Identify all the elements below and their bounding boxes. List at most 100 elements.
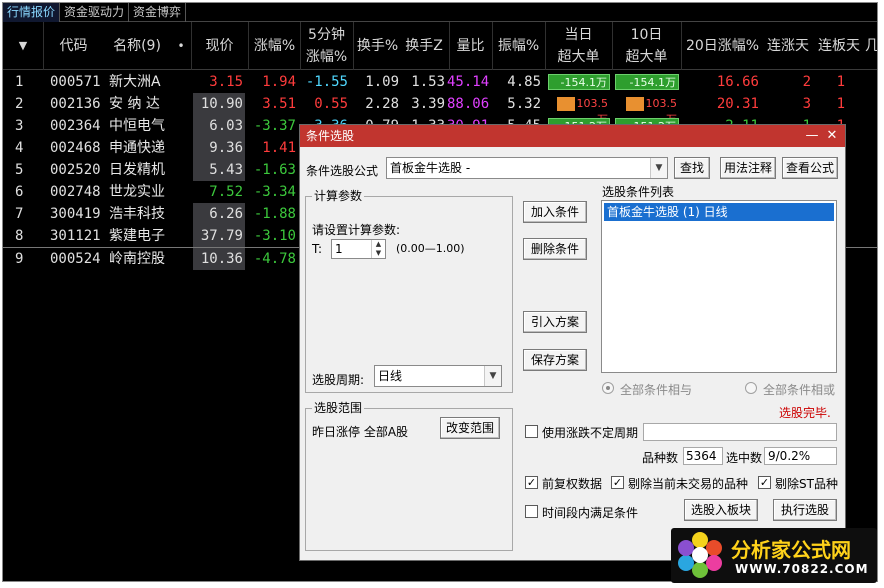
column-code[interactable]: 代码 <box>43 22 103 70</box>
column-change20[interactable]: 20日涨幅% <box>681 22 763 70</box>
change-range-button[interactable]: 改变范围 <box>440 417 500 439</box>
import-scheme-button[interactable]: 引入方案 <box>523 311 587 333</box>
minimize-icon[interactable]: — <box>803 125 821 147</box>
row-change: -3.37 <box>253 118 296 134</box>
row-change: -1.63 <box>253 162 296 178</box>
chevron-down-icon[interactable]: ▼ <box>650 158 667 178</box>
radio-dot <box>606 386 610 390</box>
param-t-value: 1 <box>335 242 343 256</box>
list-item[interactable]: 首板金牛选股 (1) 日线 <box>604 203 834 221</box>
add-condition-button[interactable]: 加入条件 <box>523 201 587 223</box>
execute-button[interactable]: 执行选股 <box>773 499 837 521</box>
tab-fund-drive[interactable]: 资金驱动力 <box>60 3 130 22</box>
logo-name: 分析家公式网 <box>731 538 851 562</box>
column-price[interactable]: 现价 <box>191 22 247 70</box>
row-index: 8 <box>15 228 24 244</box>
row-name: 安 纳 达 <box>109 96 160 112</box>
column-up-days[interactable]: 连涨天 <box>763 22 813 70</box>
flower-logo-icon <box>677 532 723 578</box>
row-name: 紫建电子 <box>109 228 165 244</box>
delete-condition-button[interactable]: 删除条件 <box>523 238 587 260</box>
row-price: 10.36 <box>193 248 245 270</box>
exclude-st-label: 剔除ST品种 <box>775 477 838 491</box>
add-to-block-button[interactable]: 选股入板块 <box>684 499 758 521</box>
row-price: 6.26 <box>193 203 245 225</box>
formula-select-value: 首板金牛选股 - <box>390 161 471 175</box>
column-name[interactable]: 名称(9) <box>105 22 169 70</box>
row-big10-bar: -154.1万 <box>615 74 679 90</box>
row-change: 1.41 <box>262 140 296 156</box>
table-row[interactable]: 2 002136 安 纳 达 10.90 3.51 0.55 2.28 3.39… <box>3 93 877 126</box>
row-price: 3.15 <box>209 74 243 90</box>
range-group: 选股范围 昨日涨停 全部A股 改变范围 <box>305 401 513 551</box>
view-formula-button[interactable]: 查看公式 <box>782 157 838 179</box>
row-up-days: 3 <box>802 96 811 112</box>
row-code: 301121 <box>50 228 101 244</box>
spinner-icon[interactable]: ▲ ▼ <box>371 240 385 258</box>
row-change20: 20.31 <box>716 96 759 112</box>
selected-value: 9/0.2% <box>768 449 811 463</box>
tab-quotes[interactable]: 行情报价 <box>3 3 61 22</box>
column-change5[interactable]: 5分钟 涨幅% <box>300 22 352 70</box>
row-price: 9.36 <box>193 137 245 159</box>
column-big-order-today[interactable]: 当日 超大单 <box>545 22 611 70</box>
column-volume-ratio[interactable]: 量比 <box>449 22 491 70</box>
row-volume-ratio: 45.14 <box>447 74 490 90</box>
row-index: 3 <box>15 118 24 134</box>
site-logo: 分析家公式网 WWW.70822.COM <box>671 528 877 583</box>
column-turnover-z[interactable]: 换手Z <box>401 22 447 70</box>
row-name: 中恒电气 <box>109 118 165 134</box>
param-t-input[interactable]: 1 ▲ ▼ <box>331 239 386 259</box>
forward-adjusted-label: 前复权数据 <box>542 477 603 491</box>
row-name: 申通快递 <box>109 140 165 156</box>
quote-table-header: ▼ 代码 名称(9) • 现价 涨幅% 5分钟 涨幅% 换手% 换手Z 量比 振… <box>3 22 877 70</box>
row-turnover: 1.09 <box>365 74 399 90</box>
tab-fund-game[interactable]: 资金博弈 <box>129 3 187 22</box>
column-big-today-line1: 当日 <box>564 27 593 43</box>
chevron-down-icon[interactable]: ▼ <box>484 366 501 386</box>
forward-adjusted-checkbox[interactable]: ✓ <box>525 476 538 489</box>
range-text: 昨日涨停 全部A股 <box>312 425 409 439</box>
top-tab-bar: 行情报价 资金驱动力 资金博弈 <box>3 3 877 22</box>
row-index: 9 <box>15 251 24 267</box>
find-button[interactable]: 查找 <box>674 157 710 179</box>
condition-list-title: 选股条件列表 <box>602 185 675 199</box>
table-row[interactable]: 1 000571 新大洲A 3.15 1.94 -1.55 1.09 1.53 … <box>3 71 877 93</box>
row-price: 10.90 <box>193 93 245 115</box>
row-price: 37.79 <box>193 225 245 247</box>
row-name: 浩丰科技 <box>109 206 165 222</box>
column-big10-line2: 超大单 <box>625 49 668 65</box>
uncertain-period-checkbox[interactable] <box>525 425 538 438</box>
period-select-value: 日线 <box>378 369 403 383</box>
time-satisfied-checkbox[interactable] <box>525 505 538 518</box>
usage-notes-button[interactable]: 用法注释 <box>720 157 776 179</box>
exclude-untraded-checkbox[interactable]: ✓ <box>611 476 624 489</box>
condition-list[interactable]: 首板金牛选股 (1) 日线 <box>601 200 837 373</box>
selected-value-box: 9/0.2% <box>764 447 837 465</box>
column-big10-line1: 10日 <box>630 27 663 43</box>
close-icon[interactable]: ✕ <box>823 125 841 147</box>
radio-all-and[interactable] <box>602 382 614 394</box>
row-code: 002136 <box>50 96 101 112</box>
column-big-order-10d[interactable]: 10日 超大单 <box>612 22 680 70</box>
row-up-days: 2 <box>802 74 811 90</box>
uncertain-period-field[interactable] <box>643 423 837 441</box>
sort-arrow-icon[interactable]: ▼ <box>9 22 37 70</box>
row-code: 000524 <box>50 251 101 267</box>
row-change: -3.10 <box>253 228 296 244</box>
save-scheme-button[interactable]: 保存方案 <box>523 349 587 371</box>
row-big-today-bar: -154.1万 <box>548 74 610 90</box>
period-select[interactable]: 日线 ▼ <box>374 365 502 387</box>
column-change[interactable]: 涨幅% <box>248 22 300 70</box>
exclude-st-checkbox[interactable]: ✓ <box>758 476 771 489</box>
row-index: 1 <box>15 74 24 90</box>
column-name-dot: • <box>177 39 185 53</box>
column-amplitude[interactable]: 振幅% <box>492 22 544 70</box>
radio-all-or[interactable] <box>745 382 757 394</box>
column-extra[interactable]: 几 <box>865 22 877 70</box>
formula-select[interactable]: 首板金牛选股 - ▼ <box>386 157 668 179</box>
column-turnover[interactable]: 换手% <box>353 22 401 70</box>
row-change5: 0.55 <box>314 96 348 112</box>
column-limit-days[interactable]: 连板天 <box>813 22 865 70</box>
row-change: -3.34 <box>253 184 296 200</box>
